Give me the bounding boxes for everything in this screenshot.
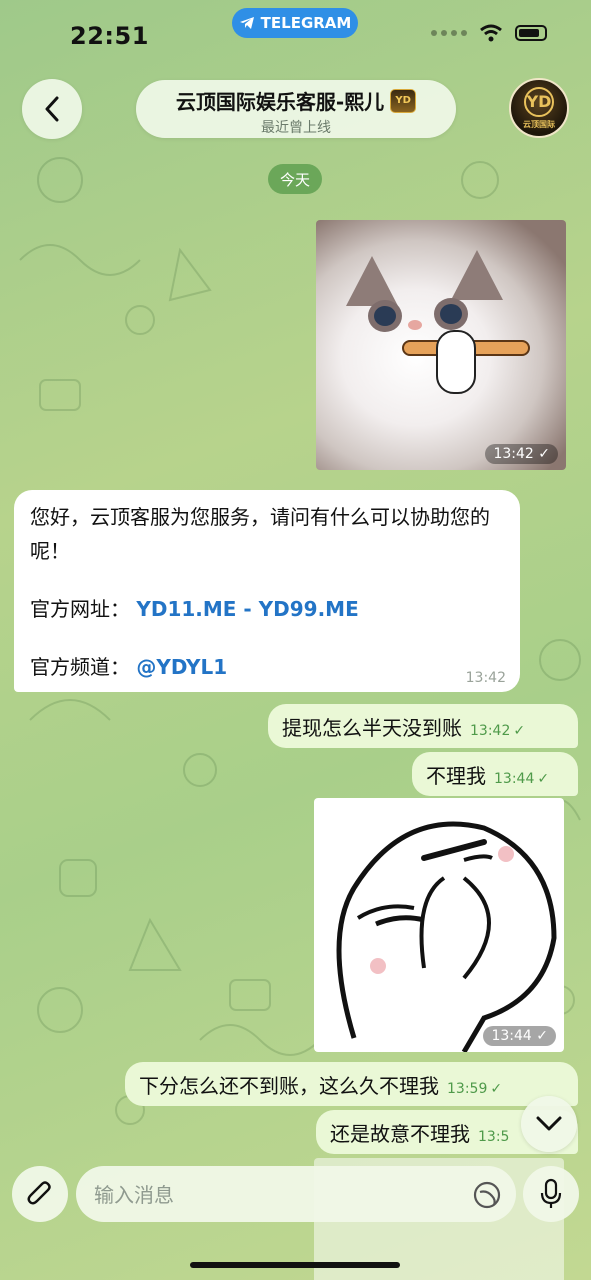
official-site-row: 官方网址： YD11.ME - YD99.ME (30, 592, 504, 626)
status-icons (431, 24, 547, 42)
message-timestamp: 13:5 (478, 1129, 510, 1145)
wifi-icon (480, 24, 502, 42)
read-check-icon: ✓ (538, 446, 550, 462)
meme-drawing (336, 821, 557, 1052)
message-text: 下分怎么还不到账，这么久不理我 (139, 1073, 439, 1098)
status-bar: 22:51 TELEGRAM (0, 0, 591, 60)
voice-message-button[interactable] (523, 1166, 579, 1222)
message-timestamp: 13:42 ✓ (470, 723, 526, 739)
telegram-app-pill[interactable]: TELEGRAM (232, 8, 358, 38)
home-indicator (190, 1262, 400, 1268)
photo-timestamp: 13:44 ✓ (483, 1026, 556, 1046)
message-photo-meme[interactable]: 13:44 ✓ (314, 798, 564, 1052)
message-timestamp: 13:44 ✓ (494, 771, 550, 787)
telegram-icon (239, 17, 254, 29)
message-timestamp: 13:42 (465, 670, 506, 686)
message-input[interactable] (92, 1166, 466, 1224)
message-input-box[interactable] (76, 1166, 516, 1224)
title-badge-icon: YD (390, 88, 417, 113)
avatar-logo: YD (524, 86, 554, 117)
chat-header: 云顶国际娱乐客服-熙儿 YD 最近曾上线 YD 云顶国际 (0, 78, 591, 142)
cellular-signal-icon (431, 30, 467, 36)
contact-avatar[interactable]: YD 云顶国际 (509, 78, 569, 138)
official-site-label: 官方网址： (30, 597, 130, 621)
read-check-icon: ✓ (513, 723, 526, 739)
read-check-icon: ✓ (536, 1028, 548, 1044)
outgoing-message: 提现怎么半天没到账 13:42 ✓ (268, 704, 578, 748)
status-time: 22:51 (70, 22, 149, 50)
scroll-to-bottom-button[interactable] (521, 1096, 577, 1152)
cat-ear-left (346, 256, 398, 306)
cat-eye-left (374, 306, 396, 326)
chat-title-pill[interactable]: 云顶国际娱乐客服-熙儿 YD 最近曾上线 (136, 80, 456, 138)
official-channel-label: 官方频道： (30, 655, 130, 679)
message-text: 还是故意不理我 (330, 1121, 470, 1146)
back-button[interactable] (22, 79, 82, 139)
read-check-icon: ✓ (490, 1081, 503, 1097)
cat-nose (408, 320, 422, 330)
chevron-left-icon (45, 96, 59, 122)
incoming-message: 您好，云顶客服为您服务，请问有什么可以协助您的呢！ 官方网址： YD11.ME … (14, 490, 520, 692)
message-text: 不理我 (426, 763, 486, 788)
channel-link[interactable]: @YDYL1 (136, 655, 227, 679)
paw-drawing (436, 330, 476, 394)
date-separator: 今天 (268, 164, 322, 194)
avatar-text: 云顶国际 (523, 119, 555, 129)
read-check-icon: ✓ (537, 771, 550, 787)
site-link-2[interactable]: YD99.ME (259, 597, 359, 621)
photo-timestamp: 13:42 ✓ (485, 444, 558, 464)
attach-button[interactable] (12, 1166, 68, 1222)
battery-icon (515, 25, 547, 41)
outgoing-message: 下分怎么还不到账，这么久不理我 13:59 ✓ (125, 1062, 578, 1106)
site-link-separator: - (236, 597, 259, 621)
outgoing-message: 不理我 13:44 ✓ (412, 752, 578, 796)
last-seen-status: 最近曾上线 (261, 120, 331, 136)
message-photo-cat[interactable]: 13:42 ✓ (316, 220, 566, 470)
microphone-icon (540, 1178, 562, 1208)
message-timestamp: 13:59 ✓ (447, 1081, 503, 1097)
official-channel-row: 官方频道： @YDYL1 (30, 650, 504, 684)
cat-ear-right (451, 250, 503, 300)
greeting-text: 您好，云顶客服为您服务，请问有什么可以协助您的呢！ (30, 505, 490, 563)
message-composer (0, 1164, 591, 1224)
telegram-pill-label: TELEGRAM (260, 14, 352, 32)
chat-title: 云顶国际娱乐客服-熙儿 (175, 90, 385, 114)
paperclip-icon (27, 1181, 51, 1205)
chevron-down-icon (536, 1116, 562, 1131)
cat-eye-right (440, 304, 462, 324)
message-text: 提现怎么半天没到账 (282, 715, 462, 740)
site-link-1[interactable]: YD11.ME (136, 597, 236, 621)
sticker-icon[interactable] (472, 1180, 502, 1210)
